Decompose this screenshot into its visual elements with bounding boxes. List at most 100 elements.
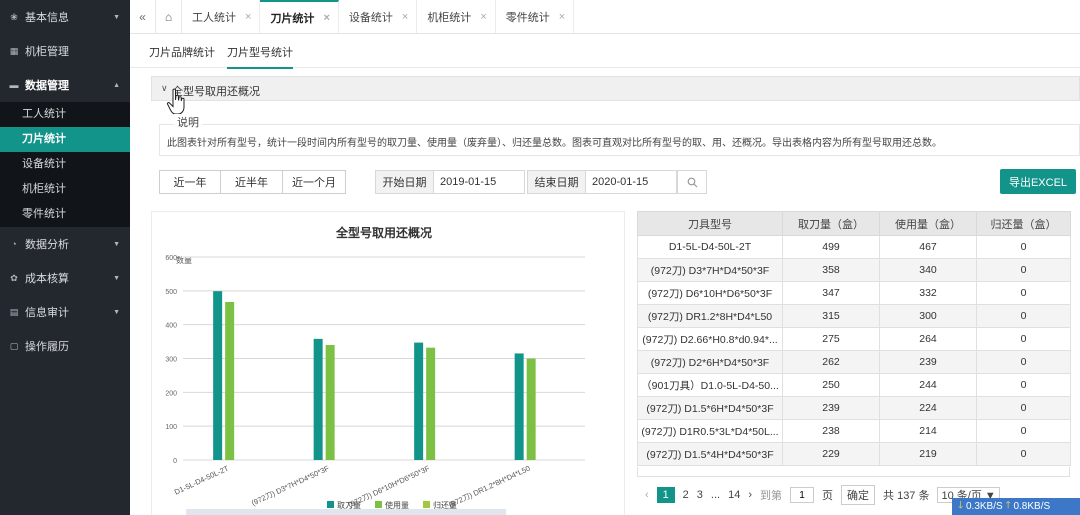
sidebar-item-cost[interactable]: ✿ 成本核算 ▼: [0, 261, 130, 295]
analysis-icon: ◔: [11, 239, 17, 249]
chart-y-tick-label: 400: [165, 323, 177, 330]
cell-used: 239: [879, 350, 977, 374]
page-last-button[interactable]: 14: [728, 489, 740, 501]
sidebar-subitem-part-stats[interactable]: 零件统计: [0, 202, 130, 227]
chart-bar[interactable]: [414, 342, 424, 460]
tab-label: 工人统计: [192, 11, 236, 24]
sidebar-item-label: 机柜管理: [25, 46, 69, 58]
chart-bar[interactable]: [426, 347, 436, 460]
tab-part-stats[interactable]: 零件统计 ×: [496, 0, 575, 33]
sidebar-item-history[interactable]: ▢ 操作履历: [0, 329, 130, 363]
cell-model: (972刀) D3*7H*D4*50*3F: [637, 258, 783, 282]
range-last-month-button[interactable]: 近一个月: [282, 170, 346, 194]
goto-page-input[interactable]: [790, 487, 815, 503]
range-last-year-button[interactable]: 近一年: [159, 170, 221, 194]
tab-blade-stats[interactable]: 刀片统计 ×: [260, 0, 339, 33]
sidebar-item-data-management[interactable]: ▬ 数据管理 ▲: [0, 68, 130, 102]
search-button[interactable]: [677, 170, 707, 194]
end-date-input[interactable]: [585, 170, 677, 194]
cell-used: 224: [879, 396, 977, 420]
cell-model: (972刀) D2.66*H0.8*d0.94*...: [637, 327, 783, 351]
chart-bar[interactable]: [213, 291, 223, 460]
subtab-blade-brand[interactable]: 刀片品牌统计: [149, 44, 215, 60]
home-icon[interactable]: ⌂: [156, 0, 182, 33]
close-icon[interactable]: ×: [559, 11, 565, 23]
panel-header[interactable]: ∨ 全型号取用还概况: [151, 76, 1080, 101]
table-row[interactable]: (972刀) D6*10H*D6*50*3F 347 332 0: [637, 281, 1071, 305]
column-header-taken[interactable]: 取刀量（盒）: [782, 211, 880, 236]
sidebar-item-data-analysis[interactable]: ◔ 数据分析 ▼: [0, 227, 130, 261]
cell-model: (972刀) D2*6H*D4*50*3F: [637, 350, 783, 374]
range-half-year-button[interactable]: 近半年: [220, 170, 283, 194]
cell-used: 244: [879, 373, 977, 397]
goto-confirm-button[interactable]: 确定: [841, 485, 876, 505]
close-icon[interactable]: ×: [323, 12, 329, 24]
goto-label: 到第: [760, 490, 783, 502]
page-1-button[interactable]: 1: [656, 487, 675, 503]
next-page-icon[interactable]: ›: [748, 489, 752, 501]
cell-taken: 358: [782, 258, 880, 282]
page-unit-label: 页: [822, 490, 834, 502]
sidebar-subitem-blade-stats[interactable]: 刀片统计: [0, 127, 130, 152]
cell-used: 340: [879, 258, 977, 282]
audit-icon: ▤: [9, 306, 19, 317]
table-row[interactable]: (972刀) D2*6H*D4*50*3F 262 239 0: [637, 350, 1071, 374]
table-row[interactable]: (972刀) D1R0.5*3L*D4*50L... 238 214 0: [637, 419, 1071, 443]
export-excel-button[interactable]: 导出EXCEL: [1000, 169, 1076, 194]
table-row[interactable]: (972刀) D2.66*H0.8*d0.94*... 275 264 0: [637, 327, 1071, 351]
subtab-blade-model[interactable]: 刀片型号统计: [227, 44, 293, 69]
chevron-up-icon: ▲: [113, 81, 120, 89]
table-row[interactable]: (972刀) D1.5*6H*D4*50*3F 239 224 0: [637, 396, 1071, 420]
chart-y-tick-label: 100: [165, 424, 177, 431]
page-3-button[interactable]: 3: [697, 489, 703, 501]
tab-worker-stats[interactable]: 工人统计 ×: [182, 0, 261, 33]
table-row[interactable]: (972刀) DR1.2*8H*D4*L50 315 300 0: [637, 304, 1071, 328]
chart-bar[interactable]: [526, 358, 536, 461]
cell-model: D1-5L-D4-50L-2T: [637, 235, 783, 259]
column-header-returned[interactable]: 归还量（盒）: [976, 211, 1071, 236]
cell-model: (972刀) D1.5*6H*D4*50*3F: [637, 396, 783, 420]
chart-legend-label[interactable]: 取刀量: [337, 501, 361, 510]
table-row[interactable]: (972刀) D1.5*4H*D4*50*3F 229 219 0: [637, 442, 1071, 466]
table-row[interactable]: (972刀) D3*7H*D4*50*3F 358 340 0: [637, 258, 1071, 282]
close-icon[interactable]: ×: [402, 11, 408, 23]
chart-scrollbar[interactable]: [186, 509, 506, 515]
sidebar-item-basic-info[interactable]: ❀ 基本信息 ▼: [0, 0, 130, 34]
sidebar-item-audit[interactable]: ▤ 信息审计 ▼: [0, 295, 130, 329]
sidebar-subitem-device-stats[interactable]: 设备统计: [0, 152, 130, 177]
column-header-used[interactable]: 使用量（盒）: [879, 211, 977, 236]
chart-title: 全型号取用还概况: [335, 225, 432, 240]
cost-icon: ✿: [10, 272, 18, 283]
page-2-button[interactable]: 2: [683, 489, 689, 501]
close-icon[interactable]: ×: [480, 11, 486, 23]
cell-taken: 315: [782, 304, 880, 328]
prev-page-icon[interactable]: ‹: [645, 489, 649, 501]
sidebar-item-label: 数据分析: [25, 239, 69, 251]
sidebar-subitem-worker-stats[interactable]: 工人统计: [0, 102, 130, 127]
chart-bar[interactable]: [225, 301, 235, 460]
table-row[interactable]: D1-5L-D4-50L-2T 499 467 0: [637, 235, 1071, 259]
chart-bar[interactable]: [514, 353, 524, 460]
tab-device-stats[interactable]: 设备统计 ×: [339, 0, 418, 33]
chart-bar[interactable]: [313, 338, 323, 460]
table-row[interactable]: （901刀具）D1.0-5L-D4-50... 250 244 0: [637, 373, 1071, 397]
sidebar-item-cabinet[interactable]: ▦ 机柜管理: [0, 34, 130, 68]
upload-speed: 0.8KB/S: [1013, 501, 1051, 512]
collapse-icon[interactable]: «: [130, 0, 156, 33]
chart-y-tick-label: 600: [165, 255, 177, 262]
chart-legend-label[interactable]: 归还量: [433, 500, 457, 510]
search-icon: [687, 177, 697, 187]
sidebar-subitem-cabinet-stats[interactable]: 机柜统计: [0, 177, 130, 202]
chart-bar[interactable]: [325, 344, 335, 460]
cell-taken: 238: [782, 419, 880, 443]
start-date-input[interactable]: [433, 170, 525, 194]
cell-used: 219: [879, 442, 977, 466]
chart-legend-label[interactable]: 使用量: [385, 500, 409, 510]
sub-tab-bar: 刀片品牌统计 刀片型号统计: [130, 34, 1080, 69]
close-icon[interactable]: ×: [245, 11, 251, 23]
tab-cabinet-stats[interactable]: 机柜统计 ×: [417, 0, 496, 33]
total-count: 共 137 条: [883, 490, 930, 502]
cell-used: 214: [879, 419, 977, 443]
cell-used: 264: [879, 327, 977, 351]
column-header-model[interactable]: 刀具型号: [637, 211, 783, 236]
